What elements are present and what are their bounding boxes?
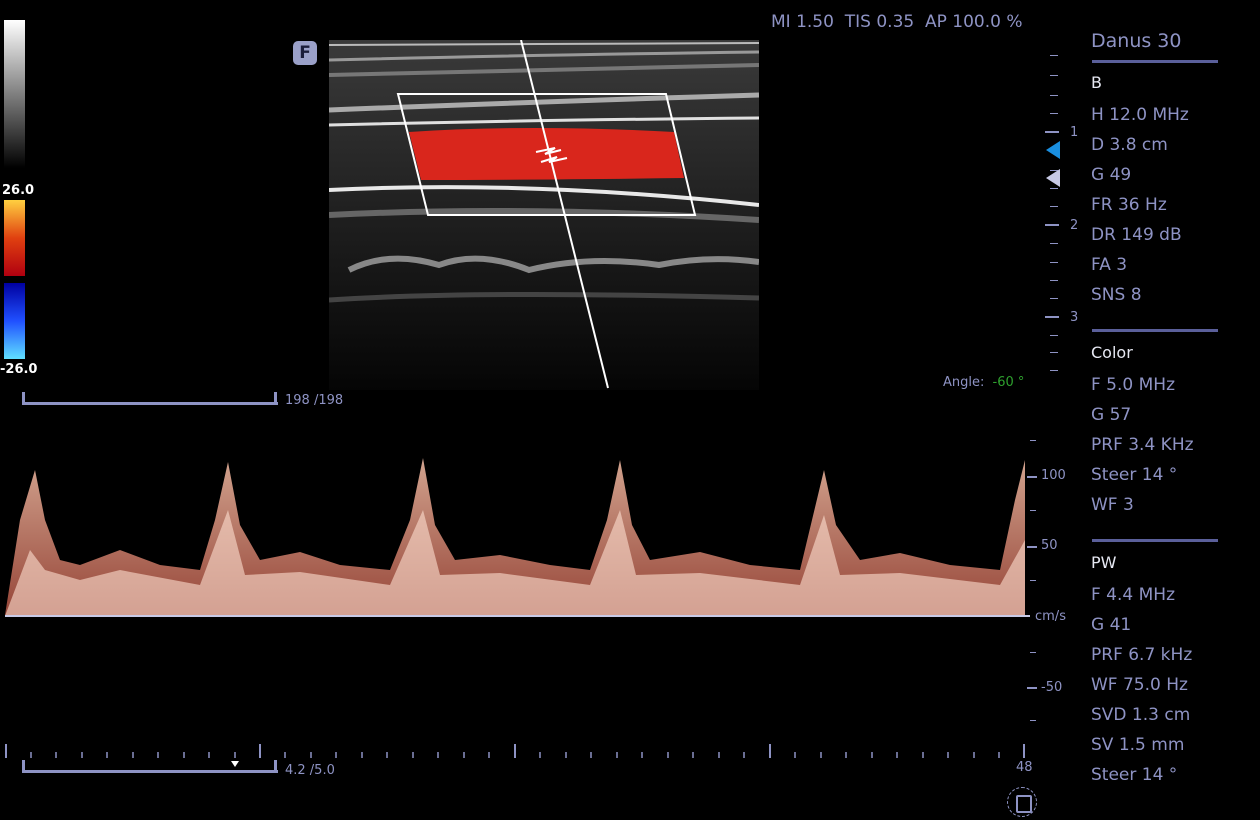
pw-wall-filter: WF 75.0 Hz — [1091, 675, 1188, 695]
tis-value: TIS 0.35 — [844, 12, 915, 32]
depth-label-3: 3 — [1070, 310, 1079, 325]
separator — [1092, 329, 1218, 332]
cine-slider-left-handle[interactable] — [22, 392, 25, 405]
focus-marker-icon[interactable] — [1046, 141, 1060, 159]
grayscale-bar — [4, 20, 25, 168]
color-wall-filter: WF 3 — [1091, 495, 1134, 515]
pw-sample-volume: SV 1.5 mm — [1091, 735, 1185, 755]
velocity-label-50: 50 — [1041, 538, 1058, 553]
color-mode-header: Color — [1091, 343, 1133, 362]
frame-badge[interactable]: F — [293, 41, 317, 65]
ap-value: AP 100.0 % — [925, 12, 1023, 32]
color-gain: G 57 — [1091, 405, 1132, 425]
color-bar-min-label: -26.0 — [0, 362, 38, 377]
b-mode-frame-average: FA 3 — [1091, 255, 1128, 275]
depth-label-2: 2 — [1070, 218, 1079, 233]
pw-frequency: F 4.4 MHz — [1091, 585, 1175, 605]
angle-label: Angle: — [943, 375, 985, 390]
sweep-slider-right-handle[interactable] — [274, 760, 277, 773]
sweep-number: 48 — [1016, 760, 1033, 775]
pw-gain: G 41 — [1091, 615, 1132, 635]
cine-slider-right-handle[interactable] — [274, 392, 277, 405]
b-mode-depth: D 3.8 cm — [1091, 135, 1168, 155]
sweep-slider-left-handle[interactable] — [22, 760, 25, 773]
spectral-doppler[interactable] — [0, 440, 1030, 740]
separator — [1092, 539, 1218, 542]
color-bar-negative — [4, 283, 25, 359]
velocity-unit: cm/s — [1035, 609, 1066, 624]
mi-value: MI 1.50 — [771, 12, 834, 32]
b-mode-header: B — [1091, 73, 1102, 92]
acoustic-output: MI 1.50 TIS 0.35 AP 100.0 % — [771, 12, 1023, 32]
b-mode-sns: SNS 8 — [1091, 285, 1142, 305]
angle-value: -60 ° — [992, 375, 1025, 390]
b-mode-frame-rate: FR 36 Hz — [1091, 195, 1167, 215]
pw-sample-volume-depth: SVD 1.3 cm — [1091, 705, 1191, 725]
separator — [1092, 60, 1218, 63]
sweep-counter: 4.2 /5.0 — [285, 763, 335, 778]
tgc-marker-icon[interactable] — [1046, 169, 1060, 187]
color-bar-positive — [4, 200, 25, 276]
b-mode-dynamic-range: DR 149 dB — [1091, 225, 1182, 245]
b-mode-frequency: H 12.0 MHz — [1091, 105, 1189, 125]
sweep-slider-track — [22, 770, 278, 773]
panel-title: Danus 30 — [1091, 30, 1182, 52]
color-frequency: F 5.0 MHz — [1091, 375, 1175, 395]
cine-slider-track — [22, 402, 278, 405]
sweep-slider[interactable] — [22, 760, 278, 776]
film-reel-icon[interactable] — [1007, 787, 1037, 817]
color-bar-max-label: 26.0 — [2, 183, 35, 198]
cine-slider[interactable] — [22, 392, 278, 408]
pw-mode-header: PW — [1091, 553, 1117, 572]
velocity-label-neg50: -50 — [1041, 680, 1063, 695]
sweep-position-marker-icon[interactable] — [231, 761, 239, 767]
cine-counter: 198 /198 — [285, 393, 344, 408]
pw-prf: PRF 6.7 kHz — [1091, 645, 1193, 665]
b-mode-image[interactable] — [329, 40, 759, 390]
depth-label-1: 1 — [1070, 125, 1079, 140]
b-mode-gain: G 49 — [1091, 165, 1132, 185]
color-prf: PRF 3.4 KHz — [1091, 435, 1194, 455]
pw-steer: Steer 14 ° — [1091, 765, 1178, 785]
color-steer: Steer 14 ° — [1091, 465, 1178, 485]
angle-readout: Angle: -60 ° — [943, 375, 1024, 390]
velocity-label-100: 100 — [1041, 468, 1066, 483]
frame-badge-label: F — [299, 43, 311, 63]
time-axis — [5, 744, 1025, 758]
